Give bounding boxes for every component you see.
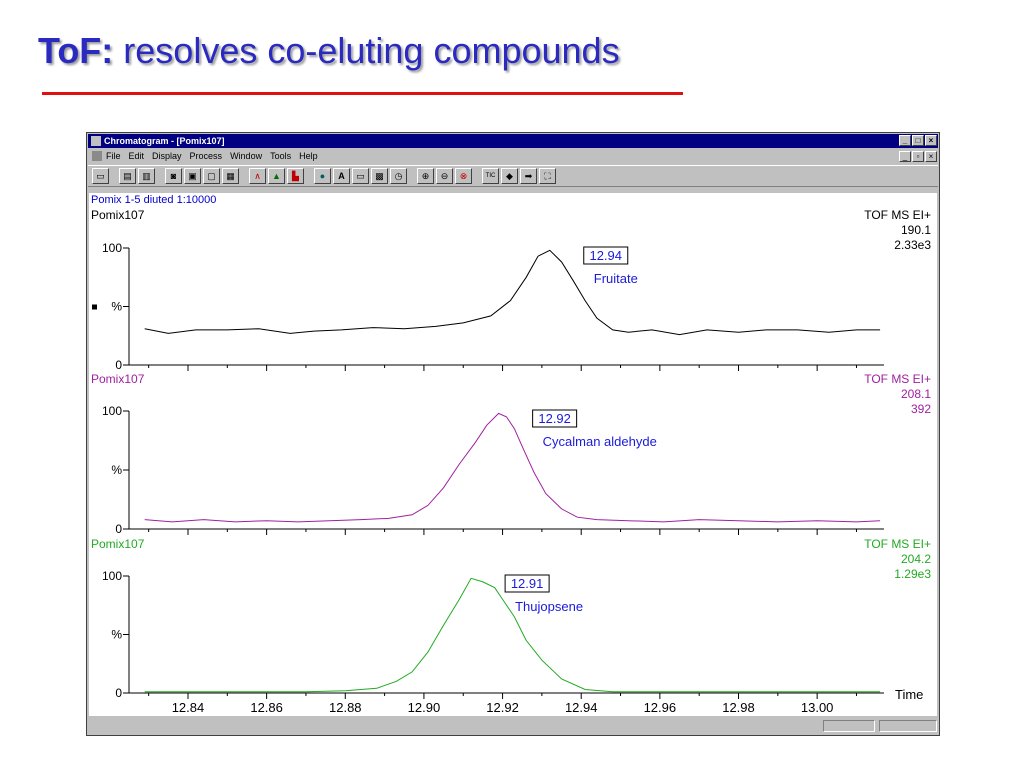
status-pane-1 bbox=[823, 720, 875, 732]
maximize-icon[interactable]: □ bbox=[912, 135, 924, 146]
peaks-icon[interactable]: ▲ bbox=[268, 168, 285, 184]
menu-display[interactable]: Display bbox=[152, 151, 182, 161]
paste-icon[interactable]: ▢ bbox=[203, 168, 220, 184]
menu-edit[interactable]: Edit bbox=[129, 151, 145, 161]
status-bar bbox=[89, 719, 937, 733]
windows-icon[interactable]: ▩ bbox=[371, 168, 388, 184]
timer-icon[interactable]: ◷ bbox=[390, 168, 407, 184]
chromatogram-chart[interactable]: Pomix 1-5 diuted 1:10000 Pomix107 TOF MS E… bbox=[89, 193, 937, 716]
panel-3-peak-time: 12.91 bbox=[511, 576, 544, 591]
x-tick-label: 12.96 bbox=[644, 700, 677, 715]
doc-close-icon[interactable]: × bbox=[925, 151, 937, 162]
status-pane-2 bbox=[879, 720, 937, 732]
doc-restore-icon[interactable]: ▫ bbox=[912, 151, 924, 162]
panel-3-y-tick-label: % bbox=[111, 628, 122, 642]
x-tick-label: 13.00 bbox=[801, 700, 834, 715]
x-axis-label: Time bbox=[895, 687, 923, 702]
x-tick-label: 12.86 bbox=[250, 700, 283, 715]
panel-3-y-tick-label: 0 bbox=[115, 686, 122, 700]
arrow-left-icon[interactable]: ◆ bbox=[501, 168, 518, 184]
clipboard-icon[interactable]: ▦ bbox=[222, 168, 239, 184]
fit-icon[interactable]: ⛶ bbox=[539, 168, 556, 184]
panel-2-trace bbox=[144, 412, 881, 523]
doc-minimize-icon[interactable]: _ bbox=[899, 151, 911, 162]
menu-process[interactable]: Process bbox=[190, 151, 223, 161]
copy-icon[interactable]: ▣ bbox=[184, 168, 201, 184]
chromatogram-window: Chromatogram - [Pomix107] _ □ × File Edit… bbox=[86, 132, 940, 736]
arrow-right-icon[interactable]: ➡ bbox=[520, 168, 537, 184]
toolbar: ▭ ▤ ▥ ◙ ▣ ▢ ▦ ∧ ▲ ▙ ● A ▭ ▩ ◷ ⊕ ⊖ ⊗ TIC … bbox=[88, 165, 938, 187]
menu-window[interactable]: Window bbox=[230, 151, 262, 161]
panel-1-mass: 190.1 bbox=[901, 223, 931, 237]
panel-1-sample: Pomix107 bbox=[91, 208, 145, 222]
window-icon[interactable]: ▭ bbox=[352, 168, 369, 184]
x-tick-label: 12.98 bbox=[722, 700, 755, 715]
chromatogram-plot-area[interactable]: Pomix 1-5 diuted 1:10000 Pomix107 TOF MS E… bbox=[89, 193, 937, 716]
panel-1-instrument: TOF MS EI+ bbox=[864, 208, 931, 222]
print-icon[interactable]: ▤ bbox=[119, 168, 136, 184]
menu-file[interactable]: File bbox=[106, 151, 121, 161]
panel-1-y-tick-label: 0 bbox=[115, 358, 122, 372]
panel-2-y-tick-label: % bbox=[111, 463, 122, 477]
print-preview-icon[interactable]: ▥ bbox=[138, 168, 155, 184]
menu-help[interactable]: Help bbox=[299, 151, 318, 161]
x-tick-label: 12.90 bbox=[408, 700, 441, 715]
window-titlebar[interactable]: Chromatogram - [Pomix107] _ □ × bbox=[88, 134, 938, 148]
document-icon[interactable] bbox=[92, 151, 102, 161]
globe-icon[interactable]: ● bbox=[314, 168, 331, 184]
panel-1-intensity: 2.33e3 bbox=[894, 238, 931, 252]
close-icon[interactable]: × bbox=[925, 135, 937, 146]
tic-icon[interactable]: TIC bbox=[482, 168, 499, 184]
slide-title: ToF: resolves co-eluting compounds bbox=[38, 30, 620, 72]
x-tick-label: 12.92 bbox=[486, 700, 519, 715]
panel-1-compound: Fruitate bbox=[594, 271, 638, 286]
panel-2-compound: Cycalman aldehyde bbox=[543, 434, 657, 449]
panel-3-intensity: 1.29e3 bbox=[894, 567, 931, 581]
zoom-in-icon[interactable]: ⊕ bbox=[417, 168, 434, 184]
slide-title-bold: ToF: bbox=[38, 30, 114, 71]
panel-2-peak-time: 12.92 bbox=[538, 411, 571, 426]
panel-2-sample: Pomix107 bbox=[91, 372, 145, 386]
camera-icon[interactable]: ◙ bbox=[165, 168, 182, 184]
panel-2-y-tick-label: 0 bbox=[115, 522, 122, 536]
window-title: Chromatogram - [Pomix107] bbox=[104, 136, 225, 146]
menu-tools[interactable]: Tools bbox=[270, 151, 291, 161]
peak-icon[interactable]: ∧ bbox=[249, 168, 266, 184]
panel-3-instrument: TOF MS EI+ bbox=[864, 537, 931, 551]
menu-bar: File Edit Display Process Window Tools Help _ … bbox=[88, 149, 938, 163]
chart-header: Pomix 1-5 diuted 1:10000 bbox=[91, 194, 216, 206]
panel-1-marker bbox=[92, 304, 97, 310]
panel-3-mass: 204.2 bbox=[901, 552, 931, 566]
minimize-icon[interactable]: _ bbox=[899, 135, 911, 146]
text-icon[interactable]: A bbox=[333, 168, 350, 184]
x-tick-label: 12.88 bbox=[329, 700, 362, 715]
panel-3-trace bbox=[144, 577, 881, 693]
x-tick-label: 12.84 bbox=[172, 700, 205, 715]
panel-2-intensity: 392 bbox=[911, 402, 931, 416]
panel-2-instrument: TOF MS EI+ bbox=[864, 372, 931, 386]
x-tick-label: 12.94 bbox=[565, 700, 598, 715]
integrate-icon[interactable]: ▙ bbox=[287, 168, 304, 184]
panel-1-trace bbox=[144, 249, 881, 336]
app-icon bbox=[91, 136, 101, 146]
zoom-out-icon[interactable]: ⊖ bbox=[436, 168, 453, 184]
panel-1-peak-time: 12.94 bbox=[589, 248, 622, 263]
panel-1-y-tick-label: % bbox=[111, 300, 122, 314]
title-underline bbox=[42, 92, 683, 95]
panel-3-sample: Pomix107 bbox=[91, 537, 145, 551]
open-icon[interactable]: ▭ bbox=[92, 168, 109, 184]
slide-title-rest: resolves co-eluting compounds bbox=[113, 30, 620, 71]
panel-1-y-tick-label: 100 bbox=[102, 241, 122, 255]
panel-2-y-tick-label: 100 bbox=[102, 404, 122, 418]
zoom-reset-icon[interactable]: ⊗ bbox=[455, 168, 472, 184]
panel-2-mass: 208.1 bbox=[901, 387, 931, 401]
panel-3-compound: Thujopsene bbox=[515, 599, 583, 614]
panel-3-y-tick-label: 100 bbox=[102, 569, 122, 583]
